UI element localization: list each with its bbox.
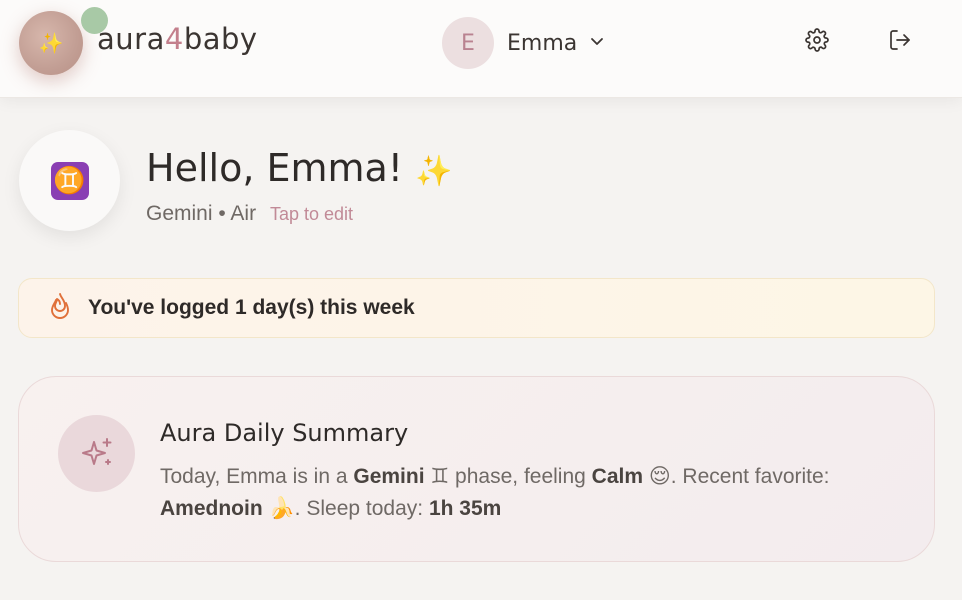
greeting-text: Hello, Emma!: [146, 146, 404, 190]
logo-text-aura: aura: [97, 22, 165, 56]
logo-orb: ✨: [19, 7, 108, 75]
sparkles-icon: [58, 415, 135, 492]
summary-phase: Gemini: [353, 465, 425, 488]
summary-text: Today, Emma is in a Gemini ♊ phase, feel…: [160, 461, 880, 525]
streak-banner: You've logged 1 day(s) this week: [18, 278, 935, 338]
sign-meta: Gemini • Air Tap to edit: [146, 202, 353, 226]
daily-summary-card: Aura Daily Summary Today, Emma is in a G…: [18, 376, 935, 562]
summary-sleep: 1h 35m: [428, 497, 502, 520]
summary-text-part: phase, feeling: [449, 465, 592, 488]
streak-text: You've logged 1 day(s) this week: [88, 296, 415, 319]
settings-button[interactable]: [804, 27, 830, 57]
summary-phase-emoji: ♊: [430, 465, 450, 488]
flame-icon: [48, 292, 72, 325]
avatar: E: [442, 17, 494, 69]
zodiac-sign-avatar[interactable]: ♊: [19, 130, 120, 231]
summary-title: Aura Daily Summary: [160, 419, 409, 447]
logo-text-baby: baby: [183, 22, 258, 56]
sparkles-emoji-icon: ✨: [415, 154, 453, 189]
summary-text-part: . Sleep today:: [294, 497, 429, 520]
meta-separator: •: [218, 202, 226, 225]
summary-mood-emoji: 😌: [648, 465, 671, 488]
app-logo[interactable]: aura4baby: [97, 22, 258, 56]
sparkle-icon: ✨: [38, 32, 64, 55]
sign-element: Air: [230, 202, 257, 225]
summary-mood: Calm: [591, 465, 644, 488]
chevron-down-icon: [589, 33, 605, 54]
summary-favorite-emoji: 🍌: [268, 497, 295, 520]
profile-name: Emma: [507, 30, 578, 56]
sign-name: Gemini: [146, 202, 213, 225]
logout-icon: [888, 28, 912, 57]
profile-switcher[interactable]: E Emma: [442, 17, 605, 69]
edit-sign-link[interactable]: Tap to edit: [270, 204, 353, 224]
summary-text-part: . Recent favorite:: [670, 465, 830, 488]
summary-favorite: Amednoin: [160, 497, 263, 520]
page-title: Hello, Emma! ✨: [146, 146, 453, 190]
gemini-icon: ♊: [50, 161, 89, 200]
logout-button[interactable]: [887, 29, 913, 55]
gear-icon: [805, 27, 829, 57]
summary-text-part: Today, Emma is in a: [160, 465, 354, 488]
top-bar: ✨ aura4baby E Emma: [0, 0, 962, 98]
logo-text-4: 4: [164, 22, 184, 56]
